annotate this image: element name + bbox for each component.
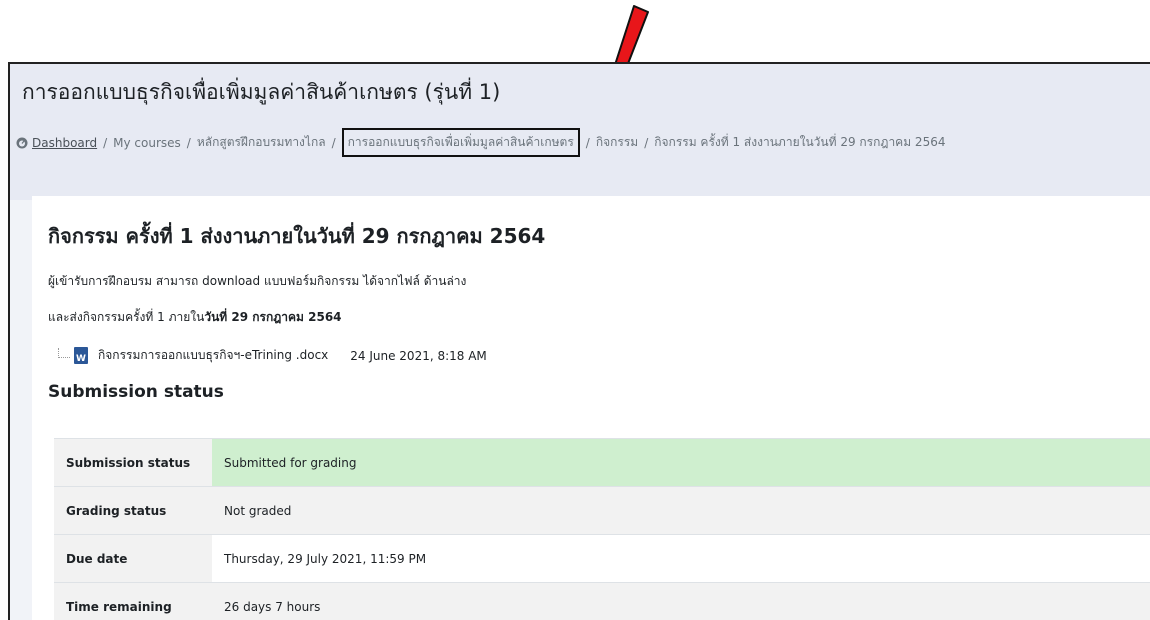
breadcrumb-separator: / [585,135,590,150]
row-value: Submitted for grading [212,438,1150,487]
activity-card: กิจกรรม ครั้งที่ 1 ส่งงานภายในวันที่ 29 … [32,196,1150,620]
row-label: Due date [54,534,212,583]
intro-prefix: และส่งกิจกรรมครั้งที่ 1 ภายใน [48,310,205,324]
word-document-icon: W [74,347,88,364]
table-row: Submission status Submitted for grading [54,438,1150,487]
breadcrumb-separator: / [186,135,191,150]
breadcrumb-current: กิจกรรม ครั้งที่ 1 ส่งงานภายในวันที่ 29 … [654,135,946,149]
attachment-link[interactable]: กิจกรรมการออกแบบธุรกิจฯ-eTrining .docx [98,346,328,365]
row-label: Submission status [54,438,212,487]
row-value: Thursday, 29 July 2021, 11:59 PM [212,534,1150,583]
row-value: Not graded [212,486,1150,535]
table-row: Due date Thursday, 29 July 2021, 11:59 P… [54,534,1150,583]
intro-deadline: วันที่ 29 กรกฎาคม 2564 [204,310,342,324]
breadcrumb-separator: / [644,135,649,150]
row-value: 26 days 7 hours [212,582,1150,620]
row-label: Grading status [54,486,212,535]
tree-connector [58,347,70,358]
breadcrumb-section[interactable]: กิจกรรม [596,133,638,152]
submission-status-table: Submission status Submitted for grading … [54,438,1150,620]
activity-intro-line1: ผู้เข้ารับการฝึกอบรม สามารถ download แบบ… [48,274,467,288]
breadcrumb-dashboard[interactable]: Dashboard [32,136,97,150]
dashboard-icon [16,137,28,148]
activity-intro-line2: และส่งกิจกรรมครั้งที่ 1 ภายในวันที่ 29 ก… [48,308,342,327]
breadcrumb-separator: / [103,135,108,150]
breadcrumb-my-courses[interactable]: My courses [113,136,181,150]
breadcrumb-course[interactable]: การออกแบบธุรกิจเพื่อเพิ่มมูลค่าสินค้าเกษ… [341,128,580,157]
attachment-date: 24 June 2021, 8:18 AM [350,348,487,363]
breadcrumb-program[interactable]: หลักสูตรฝึกอบรมทางไกล [197,133,326,152]
course-title: การออกแบบธุรกิจเพื่อเพิ่มมูลค่าสินค้าเกษ… [22,80,501,104]
activity-title: กิจกรรม ครั้งที่ 1 ส่งงานภายในวันที่ 29 … [48,224,546,248]
page-viewport: การออกแบบธุรกิจเพื่อเพิ่มมูลค่าสินค้าเกษ… [8,62,1150,620]
submission-status-heading: Submission status [48,382,224,402]
table-row: Time remaining 26 days 7 hours [54,582,1150,620]
row-label: Time remaining [54,582,212,620]
table-row: Grading status Not graded [54,486,1150,535]
breadcrumb: Dashboard / My courses / หลักสูตรฝึกอบรม… [16,128,945,157]
attachment-row: W กิจกรรมการออกแบบธุรกิจฯ-eTrining .docx… [58,346,487,365]
breadcrumb-separator: / [331,135,336,150]
